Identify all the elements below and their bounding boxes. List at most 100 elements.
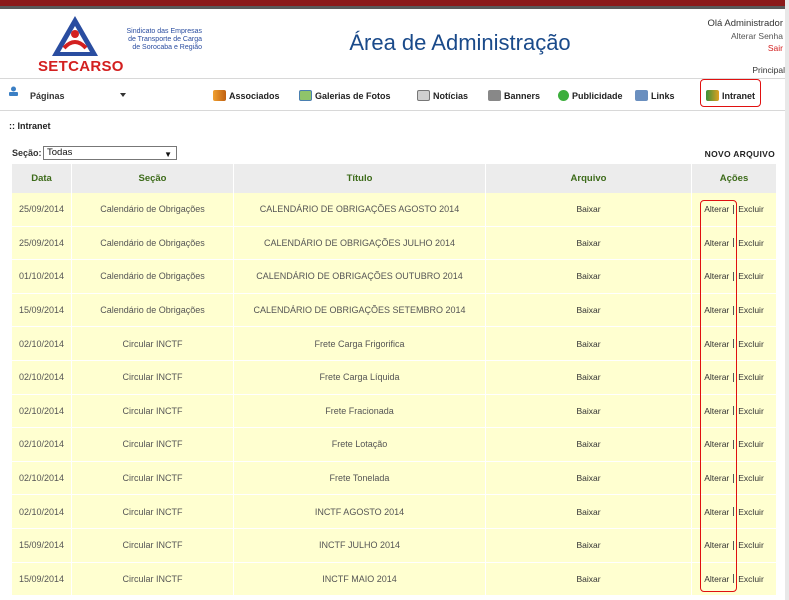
download-link[interactable]: Baixar	[576, 540, 600, 550]
cell-arquivo: Baixar	[486, 394, 692, 428]
nav-item-galerias-de-fotos[interactable]: Galerias de Fotos	[299, 79, 391, 112]
globe-icon	[558, 90, 569, 101]
cell-titulo: Frete Fracionada	[234, 394, 486, 428]
cell-titulo: Frete Lotação	[234, 428, 486, 461]
logo-name: SETCARSO	[38, 58, 124, 75]
main-nav: Páginas Associados Galerias de Fotos Not…	[0, 78, 789, 111]
download-link[interactable]: Baixar	[576, 305, 600, 315]
cell-data: 02/10/2014	[12, 360, 72, 394]
cell-titulo: Frete Tonelada	[234, 461, 486, 495]
section-filter-value: Todas	[47, 147, 73, 158]
principal-link[interactable]: Principal	[752, 65, 785, 75]
section-filter-label: Seção:	[12, 148, 42, 158]
nav-item-banners[interactable]: Banners	[488, 79, 540, 112]
nav-item-label: Galerias de Fotos	[315, 90, 391, 101]
download-link[interactable]: Baixar	[576, 271, 600, 281]
download-link[interactable]: Baixar	[576, 339, 600, 349]
cell-data: 15/09/2014	[12, 528, 72, 562]
nav-item-associados[interactable]: Associados	[213, 79, 280, 112]
delete-link[interactable]: Excluir	[738, 372, 764, 382]
section-filter-select[interactable]: Todas ▼	[43, 146, 177, 160]
column-header-data: Data	[12, 164, 72, 193]
cell-arquivo: Baixar	[486, 562, 692, 596]
delete-link[interactable]: Excluir	[738, 339, 764, 349]
nav-item-publicidade[interactable]: Publicidade	[558, 79, 623, 112]
table-body: 25/09/2014 Calendário de Obrigações CALEND…	[12, 193, 776, 597]
table-header: Data Seção Título Arquivo Ações	[12, 164, 776, 193]
cell-arquivo: Baixar	[486, 293, 692, 327]
intranet-highlight-box	[700, 79, 761, 107]
nav-item-label: Notícias	[433, 90, 469, 101]
delete-link[interactable]: Excluir	[738, 439, 764, 449]
cell-arquivo: Baixar	[486, 193, 692, 226]
cell-secao: Circular INCTF	[72, 327, 234, 360]
logout-link[interactable]: Sair	[707, 42, 783, 54]
cell-secao: Circular INCTF	[72, 428, 234, 461]
cell-data: 15/09/2014	[12, 293, 72, 327]
cell-data: 25/09/2014	[12, 226, 72, 260]
handshake-icon	[213, 90, 226, 101]
nav-item-label: Associados	[229, 90, 280, 101]
cell-secao: Calendário de Obrigações	[72, 260, 234, 293]
new-file-button[interactable]: NOVO ARQUIVO	[705, 149, 775, 159]
cell-data: 02/10/2014	[12, 461, 72, 495]
chevron-down-icon	[120, 93, 126, 97]
cell-secao: Circular INCTF	[72, 528, 234, 562]
pages-icon	[9, 86, 18, 96]
download-link[interactable]: Baixar	[576, 372, 600, 382]
actions-highlight-box	[700, 200, 737, 592]
cell-data: 02/10/2014	[12, 394, 72, 428]
delete-link[interactable]: Excluir	[738, 507, 764, 517]
logo-subtitle-line-3: de Sorocaba e Região	[132, 44, 202, 51]
table-row: 02/10/2014 Circular INCTF Frete Tonelada Ba…	[12, 461, 776, 496]
delete-link[interactable]: Excluir	[738, 574, 764, 584]
download-link[interactable]: Baixar	[576, 473, 600, 483]
top-stripe-dark	[0, 6, 789, 9]
download-link[interactable]: Baixar	[576, 507, 600, 517]
table-row: 15/09/2014 Circular INCTF INCTF JULHO 2014…	[12, 528, 776, 563]
page-title: Área de Administração	[349, 30, 571, 55]
logo-subtitle-line-1: Sindicato das Empresas	[126, 28, 202, 35]
download-link[interactable]: Baixar	[576, 406, 600, 416]
cell-titulo: Frete Carga Frigorifica	[234, 327, 486, 360]
cell-secao: Circular INCTF	[72, 495, 234, 528]
setcarso-logo[interactable]: Sindicato das Empresas de Transporte de …	[38, 14, 202, 75]
table-row: 02/10/2014 Circular INCTF Frete Carga Frig…	[12, 327, 776, 361]
change-password-link[interactable]: Alterar Senha	[707, 30, 783, 42]
links-icon	[635, 90, 648, 101]
download-link[interactable]: Baixar	[576, 204, 600, 214]
cell-titulo: INCTF JULHO 2014	[234, 528, 486, 562]
nav-item-links[interactable]: Links	[635, 79, 675, 112]
download-link[interactable]: Baixar	[576, 574, 600, 584]
nav-item-noticias[interactable]: Notícias	[417, 79, 468, 112]
pages-dropdown-label: Páginas	[30, 90, 65, 101]
delete-link[interactable]: Excluir	[738, 305, 764, 315]
cell-arquivo: Baixar	[486, 461, 692, 495]
download-link[interactable]: Baixar	[576, 238, 600, 248]
delete-link[interactable]: Excluir	[738, 540, 764, 550]
pages-dropdown[interactable]: Páginas	[24, 87, 128, 104]
cell-arquivo: Baixar	[486, 428, 692, 461]
cell-data: 02/10/2014	[12, 327, 72, 360]
download-link[interactable]: Baixar	[576, 439, 600, 449]
cell-arquivo: Baixar	[486, 327, 692, 360]
cell-arquivo: Baixar	[486, 226, 692, 260]
cell-data: 15/09/2014	[12, 562, 72, 596]
nav-item-label: Banners	[504, 90, 541, 101]
delete-link[interactable]: Excluir	[738, 204, 764, 214]
table-row: 25/09/2014 Calendário de Obrigações CALEND…	[12, 193, 776, 227]
nav-item-label: Publicidade	[572, 90, 623, 101]
table-row: 02/10/2014 Circular INCTF Frete Fracionada…	[12, 394, 776, 429]
table-row: 25/09/2014 Calendário de Obrigações CALEND…	[12, 226, 776, 261]
cell-data: 25/09/2014	[12, 193, 72, 226]
cell-titulo: CALENDÁRIO DE OBRIGAÇÕES AGOSTO 2014	[234, 193, 486, 226]
scrollbar[interactable]	[785, 0, 789, 600]
delete-link[interactable]: Excluir	[738, 473, 764, 483]
cell-secao: Circular INCTF	[72, 562, 234, 596]
chevron-down-icon: ▼	[164, 150, 172, 159]
news-icon	[417, 90, 430, 101]
cell-arquivo: Baixar	[486, 360, 692, 394]
delete-link[interactable]: Excluir	[738, 406, 764, 416]
delete-link[interactable]: Excluir	[738, 271, 764, 281]
delete-link[interactable]: Excluir	[738, 238, 764, 248]
